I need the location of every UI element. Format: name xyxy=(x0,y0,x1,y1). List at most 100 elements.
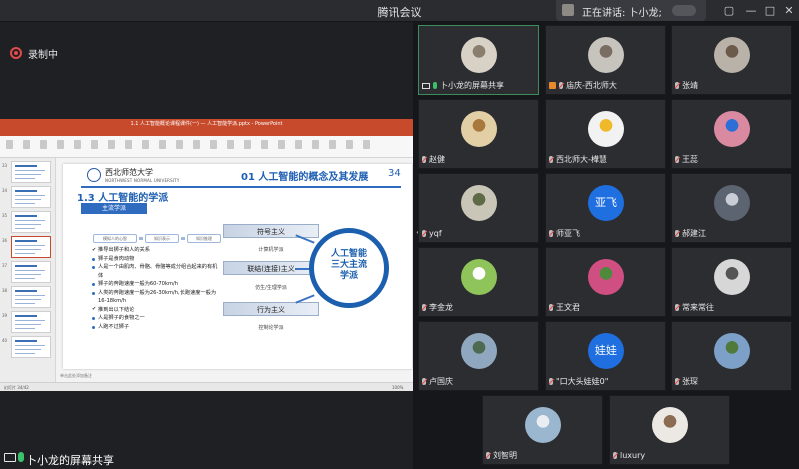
bullet-item: 人跑不过狮子 xyxy=(91,323,221,332)
ribbon-tool-icon[interactable] xyxy=(159,140,166,149)
participant-tile[interactable]: 王文君 xyxy=(545,247,666,317)
share-bar-label: 卜小龙的屏幕共享 xyxy=(26,454,114,467)
speaker-avatar xyxy=(562,4,574,16)
slide-thumbnail[interactable] xyxy=(11,336,51,358)
participant-tile[interactable]: 李金龙 xyxy=(418,247,539,317)
screen-share-icon xyxy=(4,453,16,462)
ribbon-tool-icon[interactable] xyxy=(40,140,47,149)
share-bar: 卜小龙的屏幕共享 xyxy=(0,447,413,469)
close-button[interactable]: ✕ xyxy=(781,3,797,19)
maximize-button[interactable]: □ xyxy=(762,3,778,19)
ribbon-tool-icon[interactable] xyxy=(295,140,302,149)
ribbon-tool-icon[interactable] xyxy=(74,140,81,149)
participant-tile[interactable]: 郝建江 xyxy=(671,173,792,243)
participant-tile[interactable]: 西北师大-樺慧 xyxy=(545,99,666,169)
avatar xyxy=(461,259,497,295)
circle-text-line: 学派 xyxy=(339,271,358,281)
participant-name: 王文君 xyxy=(556,303,580,312)
layout-icon[interactable]: ▢ xyxy=(721,3,737,19)
ribbon-tool-icon[interactable] xyxy=(278,140,285,149)
participant-tile[interactable]: 卢国庆 xyxy=(418,321,539,391)
participant-name: luxury xyxy=(620,451,646,460)
thumb-number: 38 xyxy=(2,288,8,293)
participant-tile[interactable]: 卜小龙的屏幕共享 xyxy=(418,25,539,95)
participant-tile[interactable]: 刘智明 xyxy=(482,395,603,465)
ribbon-tool-icon[interactable] xyxy=(176,140,183,149)
participant-name: 李金龙 xyxy=(429,303,453,312)
participant-name-row: 李金龙 xyxy=(422,302,453,313)
participant-tile[interactable]: 张靖 xyxy=(671,25,792,95)
bullet-item: 推到出以下结论 xyxy=(91,305,221,315)
slide-page-number: 34 xyxy=(388,168,401,179)
avatar xyxy=(461,111,497,147)
participant-tile[interactable]: 赵健 xyxy=(418,99,539,169)
chapter-title: 01 人工智能的概念及其发展 xyxy=(241,172,369,183)
ribbon-tool-icon[interactable] xyxy=(346,140,353,149)
participant-tile[interactable]: 娃娃 "口大头娃娃0" xyxy=(545,321,666,391)
thumb-number: 34 xyxy=(2,188,8,193)
ribbon-tool-icon[interactable] xyxy=(227,140,234,149)
participant-name: 庙庆-西北师大 xyxy=(566,81,617,90)
avatar xyxy=(714,259,750,295)
shared-screen-stage: 录制中 1.1 人工智能概论课程课件(一) — 人工智能学派.pptx - Po… xyxy=(0,22,413,447)
flow-box-reasoning: 知识推理 xyxy=(187,234,221,243)
ribbon-tool-icon[interactable] xyxy=(261,140,268,149)
participant-tile[interactable]: luxury xyxy=(609,395,730,465)
ribbon-tool-icon[interactable] xyxy=(244,140,251,149)
header-divider xyxy=(81,186,401,188)
circle-text-line: 三大主流 xyxy=(330,260,367,270)
slide-thumbnail[interactable] xyxy=(11,161,51,183)
participant-name-row: 刘智明 xyxy=(486,450,517,461)
ribbon-tool-icon[interactable] xyxy=(210,140,217,149)
slide-thumbnail[interactable] xyxy=(11,261,51,283)
section-tag: 主流学派 xyxy=(81,203,147,214)
ribbon-tool-icon[interactable] xyxy=(23,140,30,149)
participant-name-row: 卜小龙的屏幕共享 xyxy=(422,80,504,91)
avatar xyxy=(588,37,624,73)
school-sub-behaviorism: 控制论学派 xyxy=(258,325,284,331)
microphone-muted-icon xyxy=(675,156,679,163)
avatar xyxy=(525,407,561,443)
ribbon-tool-icon[interactable] xyxy=(125,140,132,149)
slide-thumbnail[interactable] xyxy=(11,186,51,208)
participant-name-row: 王蕊 xyxy=(675,154,698,165)
ribbon-tool-icon[interactable] xyxy=(193,140,200,149)
slide-thumbnail[interactable] xyxy=(11,311,51,333)
participant-tile[interactable]: 庙庆-西北师大 xyxy=(545,25,666,95)
avatar xyxy=(588,111,624,147)
notes-placeholder[interactable]: 单击此处添加备注 xyxy=(60,373,92,379)
status-zoom[interactable]: 100% xyxy=(392,385,403,390)
slide-thumbnail[interactable] xyxy=(11,286,51,308)
microphone-muted-icon xyxy=(613,452,617,459)
minimize-button[interactable]: — xyxy=(743,3,759,19)
speaking-label: 正在讲话: 卜小龙; xyxy=(582,8,662,19)
powerpoint-window[interactable]: 1.1 人工智能概论课程课件(一) — 人工智能学派.pptx - PowerP… xyxy=(0,119,413,391)
ribbon-tool-icon[interactable] xyxy=(57,140,64,149)
speaking-indicator[interactable]: 正在讲话: 卜小龙; xyxy=(556,0,706,21)
participant-tile[interactable]: 常来常往 xyxy=(671,247,792,317)
participant-name-row: 张琛 xyxy=(675,376,698,387)
bullet-item: 狮子是食肉动物 xyxy=(91,255,221,264)
microphone-muted-icon xyxy=(675,304,679,311)
participant-name: 常来常往 xyxy=(682,303,714,312)
participant-tile[interactable]: 王蕊 xyxy=(671,99,792,169)
slide-thumbnail[interactable] xyxy=(11,211,51,233)
participant-tile[interactable]: 亚飞 师亚飞 xyxy=(545,173,666,243)
thumb-number: 35 xyxy=(2,213,8,218)
slide-thumbnail[interactable] xyxy=(11,236,51,258)
ribbon-tool-icon[interactable] xyxy=(329,140,336,149)
ribbon-tool-icon[interactable] xyxy=(363,140,370,149)
screen-share-icon xyxy=(422,83,430,89)
participant-tile[interactable]: yqf xyxy=(418,173,539,243)
ribbon-tool-icon[interactable] xyxy=(6,140,13,149)
thumb-number: 33 xyxy=(2,163,8,168)
participant-tile[interactable]: 张琛 xyxy=(671,321,792,391)
ribbon-tool-icon[interactable] xyxy=(108,140,115,149)
university-logo-icon xyxy=(87,168,101,182)
ai-schools-circle: 人工智能 三大主流 学派 xyxy=(309,228,389,308)
ribbon-tool-icon[interactable] xyxy=(91,140,98,149)
participant-name-row: "口大头娃娃0" xyxy=(549,376,608,387)
ribbon-tool-icon[interactable] xyxy=(142,140,149,149)
ribbon-tool-icon[interactable] xyxy=(312,140,319,149)
participant-name: 刘智明 xyxy=(493,451,517,460)
